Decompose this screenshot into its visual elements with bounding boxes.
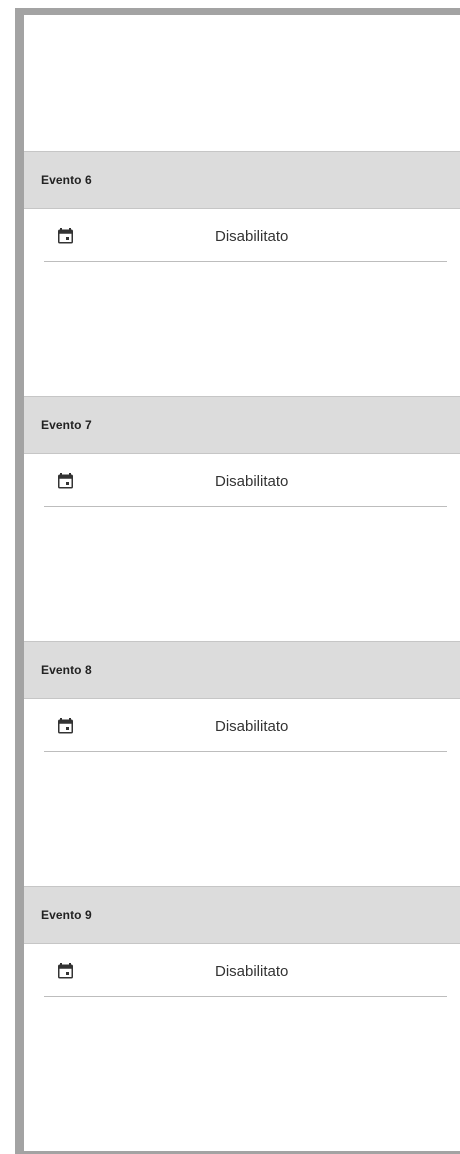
event-header-8: Evento 8 <box>24 641 460 699</box>
event-header-6: Evento 6 <box>24 151 460 209</box>
event-status: Disabilitato <box>215 228 289 245</box>
calendar-icon[interactable] <box>58 228 73 244</box>
event-row-8[interactable]: Disabilitato <box>44 700 447 752</box>
event-header-9: Evento 9 <box>24 886 460 944</box>
frame-left-border <box>15 8 24 1154</box>
event-row-9[interactable]: Disabilitato <box>44 945 447 997</box>
event-title: Evento 7 <box>41 418 92 432</box>
event-status: Disabilitato <box>215 718 289 735</box>
calendar-icon[interactable] <box>58 473 73 489</box>
calendar-icon[interactable] <box>58 718 73 734</box>
event-row-7[interactable]: Disabilitato <box>44 455 447 507</box>
event-row-6[interactable]: Disabilitato <box>44 210 447 262</box>
event-status: Disabilitato <box>215 473 289 490</box>
frame-top-border <box>15 8 460 15</box>
event-title: Evento 8 <box>41 663 92 677</box>
calendar-icon[interactable] <box>58 963 73 979</box>
event-header-7: Evento 7 <box>24 396 460 454</box>
event-title: Evento 6 <box>41 173 92 187</box>
panel-frame: Evento 6 Disabilitato Evento 7 Disabilit… <box>0 0 460 1154</box>
event-title: Evento 9 <box>41 908 92 922</box>
event-status: Disabilitato <box>215 963 289 980</box>
